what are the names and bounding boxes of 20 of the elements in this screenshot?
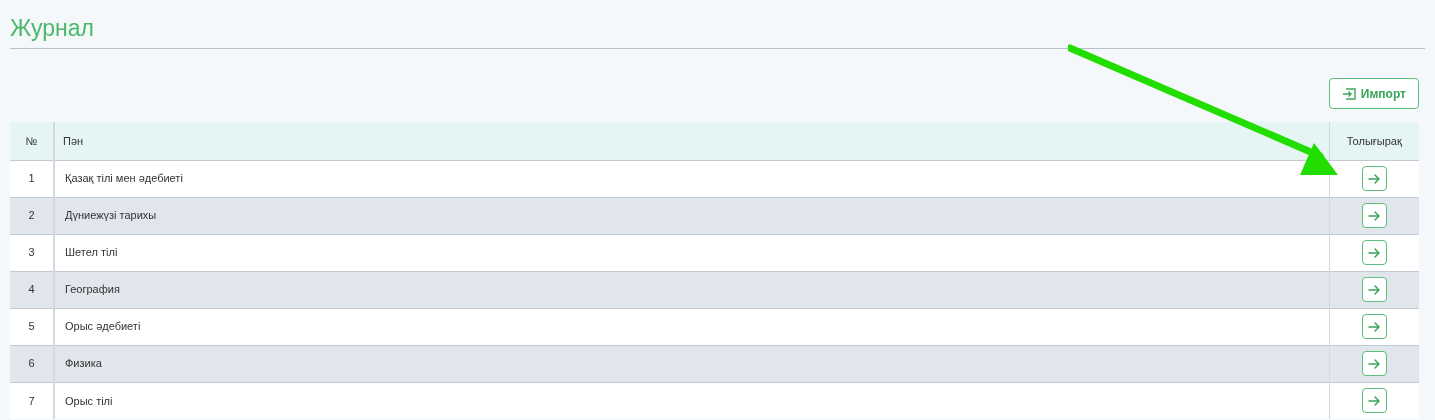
details-button[interactable] (1361, 166, 1387, 191)
import-icon (1341, 87, 1356, 100)
details-button[interactable] (1361, 388, 1387, 414)
details-button[interactable] (1361, 240, 1387, 265)
details-button[interactable] (1361, 314, 1387, 339)
arrow-right-icon (1367, 208, 1382, 223)
arrow-right-icon (1367, 319, 1382, 334)
arrow-right-icon (1367, 171, 1382, 186)
details-button[interactable] (1361, 277, 1387, 302)
table-cell: Орыс тілі (54, 382, 1329, 419)
arrow-right-icon (1367, 282, 1382, 297)
arrow-right-icon (1367, 245, 1382, 260)
import-button[interactable]: Импорт (1328, 78, 1419, 109)
arrow-right-icon (1367, 393, 1382, 408)
column-header: Толығырақ (1329, 122, 1419, 160)
table-cell: 7 (10, 382, 54, 419)
details-button[interactable] (1361, 203, 1387, 228)
details-button[interactable] (1361, 351, 1387, 376)
arrow-right-icon (1367, 356, 1382, 371)
page-title: Журнал (10, 14, 95, 42)
